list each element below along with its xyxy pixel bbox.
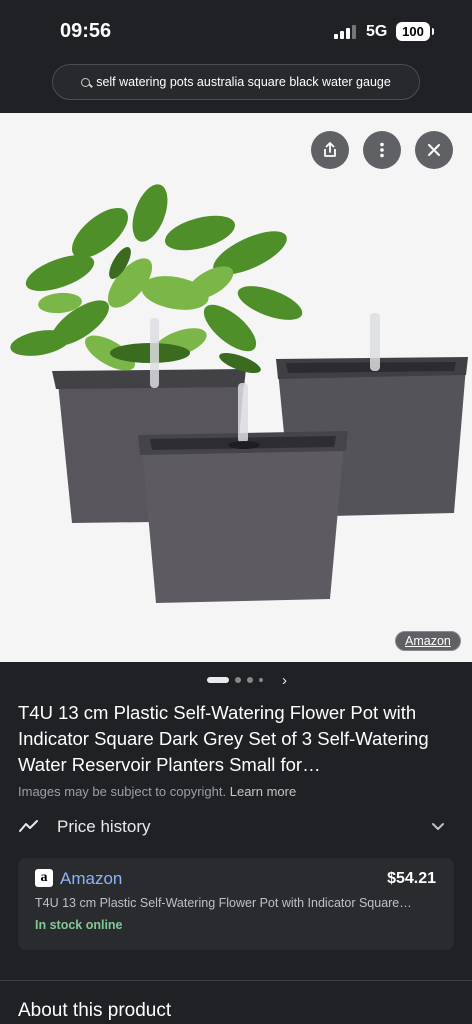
chevron-down-icon [432,823,444,830]
amazon-logo-icon: a [35,869,53,887]
close-icon [428,144,440,156]
status-bar: 09:56 5G 100 [0,0,472,62]
carousel-dot-active[interactable] [207,677,229,683]
product-image [10,184,468,603]
chevron-right-icon[interactable]: › [282,672,287,689]
network-type: 5G [366,23,388,40]
search-query: self watering pots australia square blac… [96,75,391,89]
copyright-text: Images may be subject to copyright. [18,784,227,799]
learn-more-link[interactable]: Learn more [230,784,296,799]
clock: 09:56 [60,20,112,42]
signal-icon [334,25,358,39]
trend-line-icon [19,820,38,832]
carousel-dot[interactable] [235,677,241,683]
store-name[interactable]: Amazon [60,869,122,889]
carousel-dot[interactable] [259,678,263,682]
copyright-note: Images may be subject to copyright. Lear… [18,784,296,799]
stock-status: In stock online [35,918,123,932]
product-title[interactable]: T4U 13 cm Plastic Self-Watering Flower P… [18,700,458,778]
offer-price: $54.21 [387,870,436,887]
more-vert-icon [380,142,384,158]
search-bar[interactable]: self watering pots australia square blac… [52,64,420,100]
image-source-link[interactable]: Amazon [395,631,461,651]
price-history-row[interactable]: Price history [0,808,472,844]
carousel-dot[interactable] [247,677,253,683]
about-heading: About this product [18,1000,172,1021]
close-button[interactable] [415,131,453,169]
search-icon [81,77,91,87]
share-button[interactable] [311,131,349,169]
divider [0,980,472,981]
more-options-button[interactable] [363,131,401,169]
offer-card[interactable]: a Amazon $54.21 T4U 13 cm Plastic Self-W… [18,858,454,950]
image-carousel-indicator: › [0,672,472,689]
share-icon [324,142,336,157]
product-image-viewer[interactable]: Amazon [0,113,472,662]
price-history-label: Price history [57,817,151,836]
offer-description: T4U 13 cm Plastic Self-Watering Flower P… [35,896,412,910]
battery-icon: 100 [396,22,434,41]
